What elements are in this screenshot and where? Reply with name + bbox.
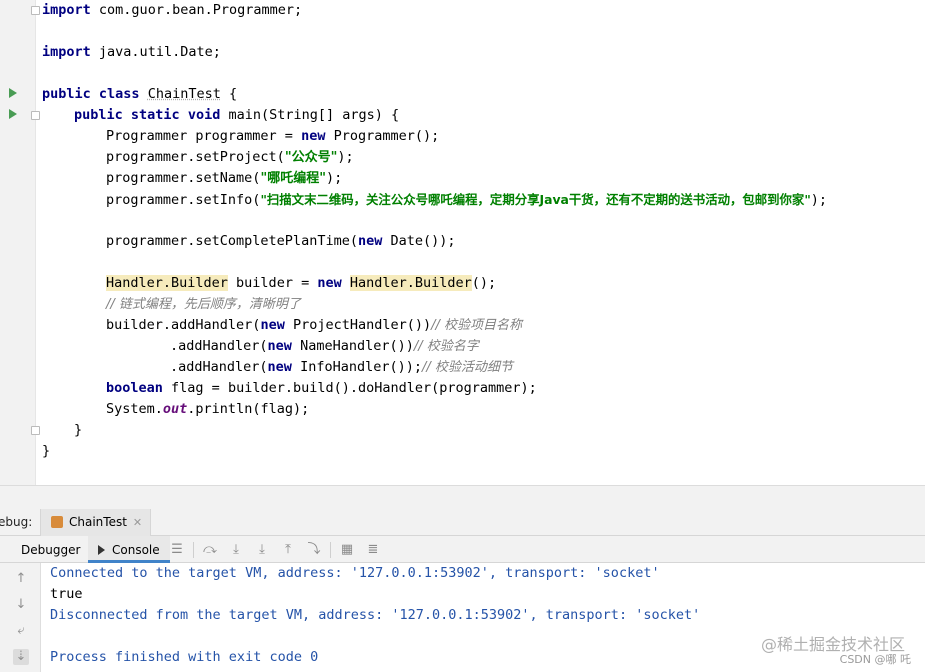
- step-out-icon[interactable]: ⤒: [281, 543, 295, 556]
- scroll-to-end-icon[interactable]: ⇣: [13, 649, 29, 665]
- run-config-icon: [51, 516, 63, 528]
- code-line: }: [42, 443, 51, 459]
- code-line: import java.util.Date;: [42, 44, 221, 60]
- code-line: public class ChainTest {: [42, 86, 238, 102]
- console-line: true: [50, 586, 83, 602]
- code-line: programmer.setCompletePlanTime(new Date(…: [106, 233, 456, 249]
- tab-debugger[interactable]: Debugger: [12, 536, 89, 563]
- step-into-icon[interactable]: ⤓: [255, 543, 269, 556]
- code-line: public static void main(String[] args) {: [74, 107, 400, 123]
- debug-toolwindow-header: ebug: ChainTest ✕: [0, 509, 925, 536]
- step-over-icon[interactable]: ⤓: [229, 543, 243, 556]
- close-icon[interactable]: ✕: [133, 516, 142, 529]
- toolbar-separator: [330, 542, 331, 558]
- arrow-down-icon[interactable]: ↓: [13, 597, 29, 613]
- code-line: import com.guor.bean.Programmer;: [42, 2, 303, 18]
- fold-icon[interactable]: [31, 111, 40, 120]
- evaluate-expression-icon[interactable]: ▦: [340, 543, 354, 556]
- soft-wrap-icon[interactable]: ⤶: [13, 623, 29, 639]
- code-line: System.out.println(flag);: [106, 401, 310, 417]
- watermark-author: CSDN @哪 吒: [839, 653, 911, 666]
- session-tab-label: ChainTest: [69, 515, 127, 529]
- code-line: programmer.setInfo("扫描文末二维码，关注公众号哪吒编程，定期…: [106, 192, 828, 208]
- console-line: Disconnected from the target VM, address…: [50, 607, 701, 623]
- toolbar-separator: [193, 542, 194, 558]
- code-line: .addHandler(new NameHandler())// 校验名字: [170, 338, 479, 354]
- panel-divider[interactable]: [0, 485, 925, 509]
- fold-icon[interactable]: [31, 426, 40, 435]
- code-line: builder.addHandler(new ProjectHandler())…: [106, 317, 523, 333]
- code-line: Programmer programmer = new Programmer()…: [106, 128, 440, 144]
- code-line: .addHandler(new InfoHandler());// 校验活动细节: [170, 359, 513, 375]
- debug-label: ebug:: [0, 515, 33, 529]
- code-comment: // 链式编程，先后顺序，清晰明了: [106, 297, 301, 312]
- run-class-icon[interactable]: [9, 88, 17, 98]
- code-line: }: [74, 422, 83, 438]
- console-side-toolbar: ↑ ↓ ⤶ ⇣: [0, 563, 41, 672]
- tab-console[interactable]: Console: [88, 536, 170, 563]
- show-execution-point-icon[interactable]: ⤼: [203, 543, 217, 556]
- debug-subtabs: Debugger Console ☰ ⤼ ⤓ ⤓ ⤒ ⤵ ▦ ≣: [0, 536, 925, 563]
- console-line: Connected to the target VM, address: '12…: [50, 565, 660, 581]
- console-icon: [98, 545, 105, 555]
- code-line: boolean flag = builder.build().doHandler…: [106, 380, 537, 396]
- code-line: programmer.setProject("公众号");: [106, 149, 354, 165]
- editor-gutter: [0, 0, 40, 485]
- arrow-up-icon[interactable]: ↑: [13, 571, 29, 587]
- menu-icon[interactable]: ☰: [170, 543, 184, 556]
- session-tab-chaintest[interactable]: ChainTest ✕: [40, 509, 152, 536]
- run-to-cursor-icon[interactable]: ⤵: [307, 543, 321, 556]
- console-line: Process finished with exit code 0: [50, 649, 319, 665]
- fold-icon[interactable]: [31, 6, 40, 15]
- trace-icon[interactable]: ≣: [366, 543, 380, 556]
- code-editor[interactable]: import com.guor.bean.Programmer; import …: [42, 0, 925, 485]
- run-main-icon[interactable]: [9, 109, 17, 119]
- code-line: Handler.Builder builder = new Handler.Bu…: [106, 275, 497, 291]
- code-line: programmer.setName("哪吒编程");: [106, 170, 343, 186]
